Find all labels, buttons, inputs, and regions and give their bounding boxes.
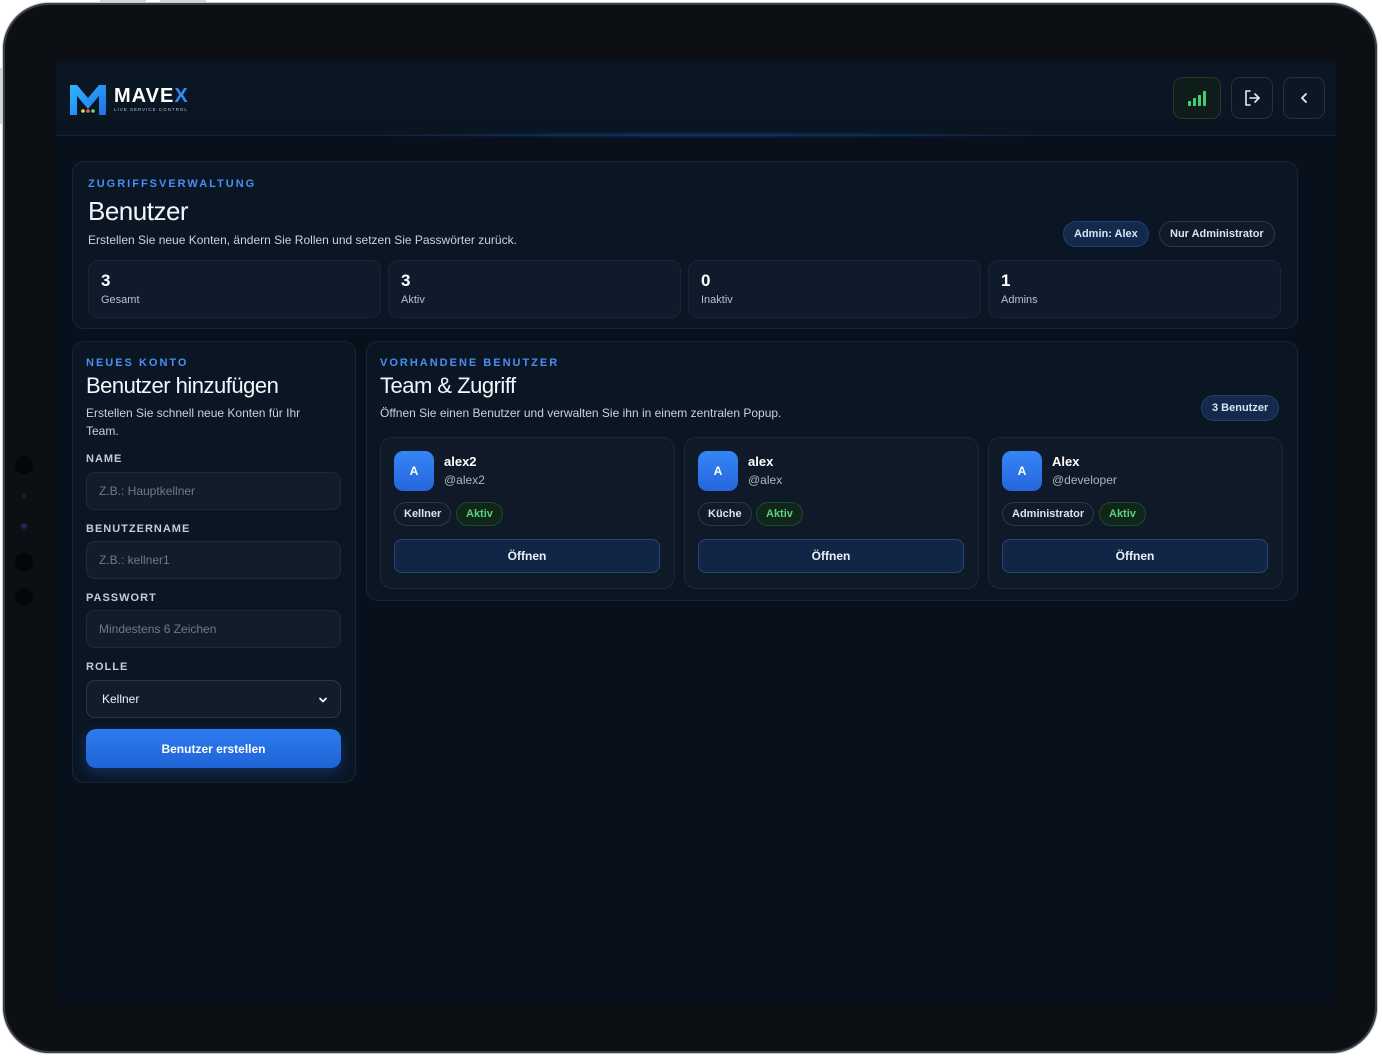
brand-logo[interactable]: MAVEX LIVE SERVICE CONTROL	[68, 81, 189, 117]
user-handle: @developer	[1052, 473, 1117, 487]
admin-user-badge: Admin: Alex	[1063, 221, 1149, 247]
stat-label: Aktiv	[401, 294, 425, 306]
user-count-badge: 3 Benutzer	[1201, 395, 1280, 421]
role-badge: Küche	[698, 502, 752, 526]
stat-value: 3	[401, 271, 411, 290]
username-input[interactable]	[86, 541, 341, 579]
app-screen: MAVEX LIVE SERVICE CONTROL ZUGRIFFSVERWA…	[56, 61, 1336, 1003]
stat-value: 1	[1001, 271, 1011, 290]
camera-dot	[15, 456, 33, 474]
role-select[interactable]: Kellner	[86, 680, 341, 718]
stat-label: Gesamt	[101, 294, 140, 306]
new-account-title: Benutzer hinzufügen	[86, 373, 279, 398]
status-badge: Aktiv	[1099, 502, 1146, 526]
avatar: A	[1002, 451, 1042, 491]
brand-name: MAVEX	[114, 85, 189, 107]
page-subtitle: Erstellen Sie neue Konten, ändern Sie Ro…	[88, 233, 517, 247]
back-button[interactable]	[1283, 77, 1325, 119]
sensor-dot	[22, 494, 26, 498]
open-user-button[interactable]: Öffnen	[394, 539, 660, 573]
stat-active: 3 Aktiv	[388, 260, 681, 318]
topbar-glow	[356, 131, 1056, 139]
logout-button[interactable]	[1231, 77, 1273, 119]
stat-label: Admins	[1001, 294, 1038, 306]
page-title: Benutzer	[88, 196, 189, 226]
new-account-subtitle: Erstellen Sie schnell neue Konten für Ih…	[86, 406, 301, 438]
username-label: BENUTZERNAME	[86, 523, 191, 535]
new-account-eyebrow: NEUES KONTO	[86, 357, 189, 369]
stat-admins: 1 Admins	[988, 260, 1281, 318]
tablet-frame: MAVEX LIVE SERVICE CONTROL ZUGRIFFSVERWA…	[3, 3, 1377, 1053]
new-account-card: NEUES KONTO Benutzer hinzufügen Erstelle…	[72, 341, 356, 783]
chevron-down-icon	[319, 697, 327, 703]
user-card: A Alex @developer Administrator Aktiv Öf…	[988, 437, 1283, 589]
camera-lens	[21, 523, 27, 529]
role-badge: Administrator	[1002, 502, 1095, 526]
create-user-button[interactable]: Benutzer erstellen	[86, 729, 341, 768]
brand-wordmark: MAVEX LIVE SERVICE CONTROL	[114, 86, 189, 112]
stat-label: Inaktiv	[701, 294, 733, 306]
overview-eyebrow: ZUGRIFFSVERWALTUNG	[88, 178, 257, 190]
role-label: ROLLE	[86, 661, 129, 673]
brand-tagline: LIVE SERVICE CONTROL	[114, 107, 188, 112]
admin-only-badge: Nur Administrator	[1159, 221, 1275, 247]
team-eyebrow: VORHANDENE BENUTZER	[380, 357, 560, 369]
user-name: alex	[748, 454, 774, 469]
stat-value: 0	[701, 271, 711, 290]
password-label: PASSWORT	[86, 592, 157, 604]
signal-bars-icon	[1188, 91, 1206, 106]
password-input[interactable]	[86, 610, 341, 648]
logout-icon	[1245, 90, 1260, 106]
open-user-button[interactable]: Öffnen	[698, 539, 964, 573]
stat-total: 3 Gesamt	[88, 260, 381, 318]
team-title: Team & Zugriff	[380, 373, 516, 398]
user-card: A alex2 @alex2 Kellner Aktiv Öffnen	[380, 437, 675, 589]
users-overview-card: ZUGRIFFSVERWALTUNG Benutzer Erstellen Si…	[72, 161, 1298, 329]
name-label: NAME	[86, 453, 123, 465]
avatar: A	[394, 451, 434, 491]
user-handle: @alex2	[444, 473, 485, 487]
user-name: alex2	[444, 454, 477, 469]
team-subtitle: Öffnen Sie einen Benutzer und verwalten …	[380, 406, 782, 420]
team-card: VORHANDENE BENUTZER Team & Zugriff Öffne…	[366, 341, 1298, 601]
name-input[interactable]	[86, 472, 341, 510]
user-card: A alex @alex Küche Aktiv Öffnen	[684, 437, 979, 589]
sensor-dot-3	[15, 588, 33, 606]
user-name: Alex	[1052, 454, 1080, 469]
status-badge: Aktiv	[456, 502, 503, 526]
mavex-m-icon	[70, 85, 106, 115]
role-badge: Kellner	[394, 502, 452, 526]
stat-inactive: 0 Inaktiv	[688, 260, 981, 318]
role-select-value: Kellner	[102, 692, 140, 706]
user-handle: @alex	[748, 473, 783, 487]
chevron-left-icon	[1301, 93, 1307, 103]
avatar: A	[698, 451, 738, 491]
sensor-dot-2	[15, 553, 33, 571]
status-badge: Aktiv	[756, 502, 803, 526]
stat-value: 3	[101, 271, 111, 290]
open-user-button[interactable]: Öffnen	[1002, 539, 1268, 573]
top-bar: MAVEX LIVE SERVICE CONTROL	[56, 61, 1336, 136]
connection-status-button[interactable]	[1173, 77, 1221, 119]
